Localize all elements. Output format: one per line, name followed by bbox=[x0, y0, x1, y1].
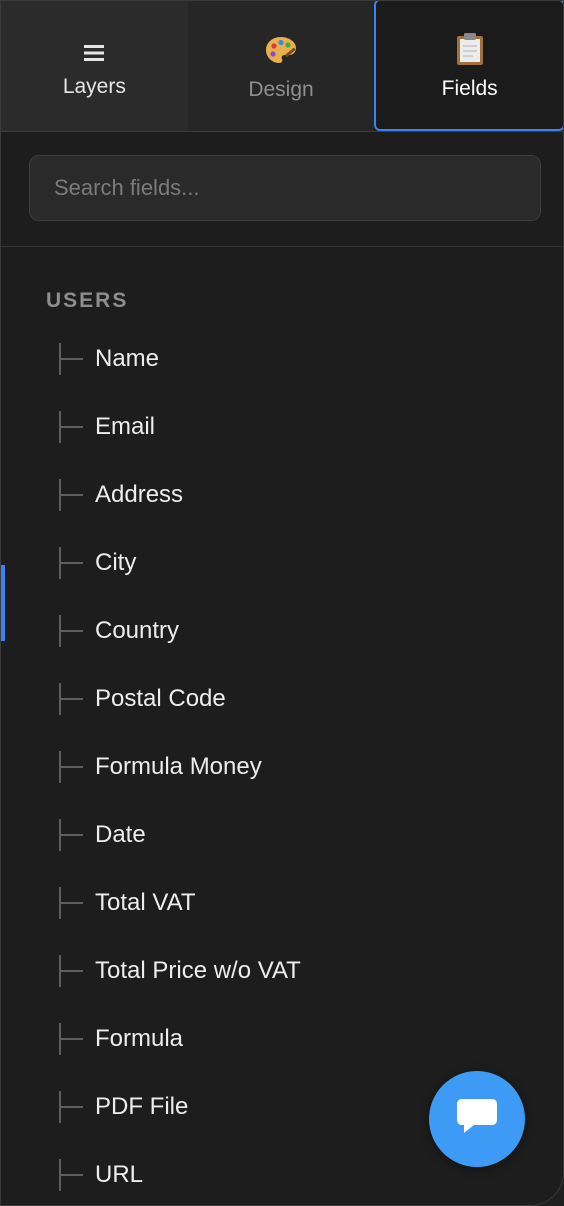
tree-branch bbox=[59, 1091, 83, 1123]
field-label: Total VAT bbox=[95, 889, 196, 916]
tree-branch bbox=[59, 1023, 83, 1055]
search-input[interactable] bbox=[29, 155, 541, 221]
field-item-formula-money[interactable]: Formula Money bbox=[1, 733, 563, 801]
chat-button[interactable] bbox=[429, 1071, 525, 1167]
field-label: Email bbox=[95, 413, 156, 440]
panel-tabs: Layers Design Fields bbox=[1, 1, 563, 132]
tab-design[interactable]: Design bbox=[187, 1, 375, 131]
field-item-formula[interactable]: Formula bbox=[1, 1005, 563, 1073]
field-item-date[interactable]: Date bbox=[1, 801, 563, 869]
field-label: Postal Code bbox=[95, 685, 226, 712]
tree-branch bbox=[59, 683, 83, 715]
tree-branch bbox=[59, 819, 83, 851]
tree-branch bbox=[59, 411, 83, 443]
tab-layers[interactable]: Layers bbox=[1, 1, 188, 131]
field-label: City bbox=[95, 549, 137, 576]
field-label: Total Price w/o VAT bbox=[95, 957, 301, 984]
field-label: Formula bbox=[95, 1025, 184, 1052]
fields-panel: Layers Design Fields Search fields... US… bbox=[0, 0, 564, 1206]
field-item-postal-code[interactable]: Postal Code bbox=[1, 665, 563, 733]
field-label: Formula Money bbox=[95, 753, 262, 780]
tree-branch bbox=[59, 1159, 83, 1191]
menu-icon bbox=[83, 33, 105, 73]
chat-bubble-icon bbox=[456, 1097, 498, 1142]
field-item-total-vat[interactable]: Total VAT bbox=[1, 869, 563, 937]
field-label: Address bbox=[95, 481, 184, 508]
tree-branch bbox=[59, 751, 83, 783]
tree-branch bbox=[59, 955, 83, 987]
clipboard-icon bbox=[455, 29, 485, 69]
field-label: Name bbox=[95, 345, 160, 372]
tree-branch bbox=[59, 343, 83, 375]
tab-fields-label: Fields bbox=[441, 77, 498, 100]
field-item-country[interactable]: Country bbox=[1, 597, 563, 665]
field-label: Date bbox=[95, 821, 146, 848]
field-label: URL bbox=[95, 1161, 144, 1188]
tree-branch bbox=[59, 479, 83, 511]
tree-branch bbox=[59, 547, 83, 579]
tab-layers-label: Layers bbox=[62, 75, 126, 98]
tree-branch bbox=[59, 615, 83, 647]
tab-design-label: Design bbox=[248, 78, 314, 101]
tree-branch bbox=[59, 887, 83, 919]
tab-fields[interactable]: Fields bbox=[374, 1, 563, 131]
field-label: PDF File bbox=[95, 1093, 189, 1120]
field-label: Country bbox=[95, 617, 180, 644]
field-item-total-price-wo-vat[interactable]: Total Price w/o VAT bbox=[1, 937, 563, 1005]
field-item-address[interactable]: Address bbox=[1, 461, 563, 529]
search-area bbox=[1, 132, 563, 247]
palette-icon bbox=[264, 30, 298, 70]
field-item-city[interactable]: City bbox=[1, 529, 563, 597]
field-item-name[interactable]: Name bbox=[1, 325, 563, 393]
field-item-email[interactable]: Email bbox=[1, 393, 563, 461]
group-label-users: USERS bbox=[46, 289, 129, 312]
